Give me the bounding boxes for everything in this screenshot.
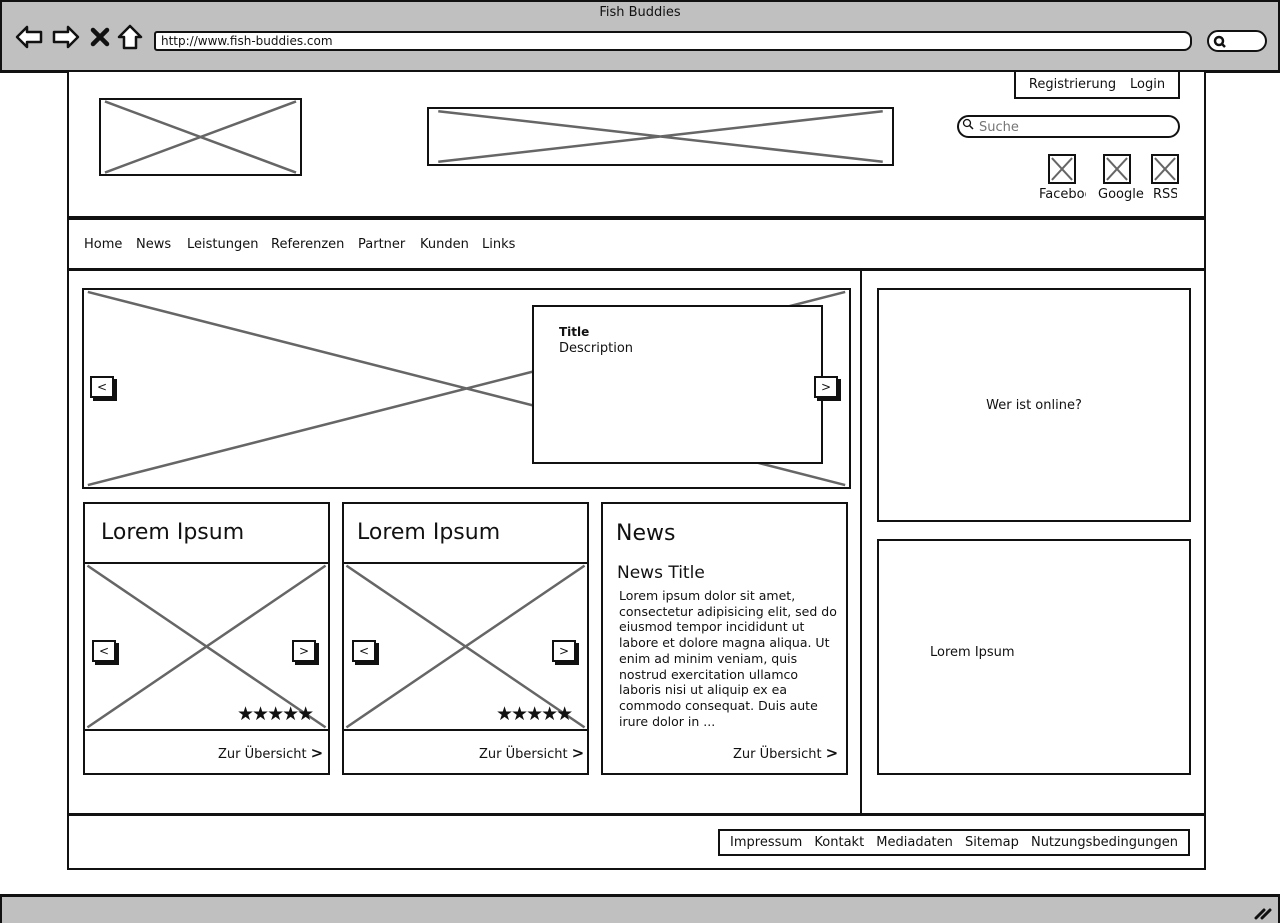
home-icon[interactable] [116, 23, 144, 51]
star-rating[interactable]: ★★★★★ [237, 703, 314, 725]
rss-label: RSS [1153, 187, 1177, 202]
star-rating[interactable]: ★★★★★ [496, 703, 573, 725]
resize-grip-icon[interactable] [1252, 904, 1272, 920]
footer-link-nutzungsbedingungen[interactable]: Nutzungsbedingungen [1031, 835, 1178, 850]
address-bar[interactable]: http://www.fish-buddies.com [154, 31, 1192, 51]
nav-item-partner[interactable]: Partner [358, 237, 405, 252]
card-prev-button[interactable]: < [92, 640, 116, 662]
card-overview-link[interactable]: Zur Übersicht > [218, 744, 323, 762]
link-label: Zur Übersicht [218, 747, 307, 762]
logo-placeholder [99, 98, 302, 176]
chevron-right-icon: > [310, 744, 324, 762]
search-input[interactable] [957, 115, 1180, 138]
news-overview-link[interactable]: Zur Übersicht > [733, 744, 838, 762]
card-next-button[interactable]: > [292, 640, 316, 662]
google-label: Google [1098, 187, 1144, 202]
caption-description: Description [559, 341, 634, 356]
carousel-next-button[interactable]: > [814, 376, 838, 398]
footer-link-kontakt[interactable]: Kontakt [814, 835, 864, 850]
news-title: News Title [617, 563, 705, 583]
nav-item-kunden[interactable]: Kunden [420, 237, 469, 252]
footer-link-impressum[interactable]: Impressum [730, 835, 802, 850]
forward-icon[interactable] [51, 23, 81, 51]
link-label: Zur Übersicht [479, 747, 568, 762]
nav-item-referenzen[interactable]: Referenzen [271, 237, 344, 252]
who-is-online-widget: Wer ist online? [877, 288, 1191, 522]
widget-label: Lorem Ipsum [930, 645, 1015, 660]
chevron-right-icon: > [571, 744, 585, 762]
footer-links: Impressum Kontakt Mediadaten Sitemap Nut… [718, 829, 1190, 856]
card-overview-link[interactable]: Zur Übersicht > [479, 744, 584, 762]
nav-item-links[interactable]: Links [482, 237, 515, 252]
card-title: Lorem Ipsum [101, 520, 245, 545]
login-link[interactable]: Login [1130, 77, 1165, 92]
back-icon[interactable] [14, 23, 44, 51]
sidebar-widget: Lorem Ipsum [877, 539, 1191, 775]
column-divider [860, 269, 862, 815]
nav-item-leistungen[interactable]: Leistungen [187, 237, 258, 252]
register-link[interactable]: Registrierung [1029, 77, 1116, 92]
nav-item-home[interactable]: Home [84, 237, 122, 252]
auth-links: Registrierung Login [1014, 72, 1180, 99]
card-prev-button[interactable]: < [352, 640, 376, 662]
window-title: Fish Buddies [599, 5, 681, 20]
carousel-prev-button[interactable]: < [90, 376, 114, 398]
browser-status-bar [0, 894, 1280, 923]
footer-link-mediadaten[interactable]: Mediadaten [876, 835, 953, 850]
news-heading: News [616, 521, 676, 546]
facebook-label: Faceboo [1039, 187, 1086, 202]
nav-item-news[interactable]: News [136, 237, 171, 252]
search-icon [962, 118, 974, 130]
card-title: Lorem Ipsum [357, 520, 501, 545]
card-next-button[interactable]: > [552, 640, 576, 662]
facebook-icon[interactable] [1048, 154, 1076, 184]
banner-placeholder [427, 107, 894, 166]
rss-icon[interactable] [1151, 154, 1179, 184]
link-label: Zur Übersicht [733, 747, 822, 762]
google-icon[interactable] [1103, 154, 1131, 184]
news-body: Lorem ipsum dolor sit amet, consectetur … [619, 588, 837, 729]
footer-link-sitemap[interactable]: Sitemap [965, 835, 1019, 850]
chevron-right-icon: > [825, 744, 839, 762]
stop-icon[interactable] [88, 23, 112, 51]
caption-title: Title [559, 325, 590, 339]
widget-label: Wer ist online? [986, 397, 1082, 413]
search-icon [1213, 35, 1226, 48]
browser-search-field[interactable] [1207, 30, 1267, 52]
